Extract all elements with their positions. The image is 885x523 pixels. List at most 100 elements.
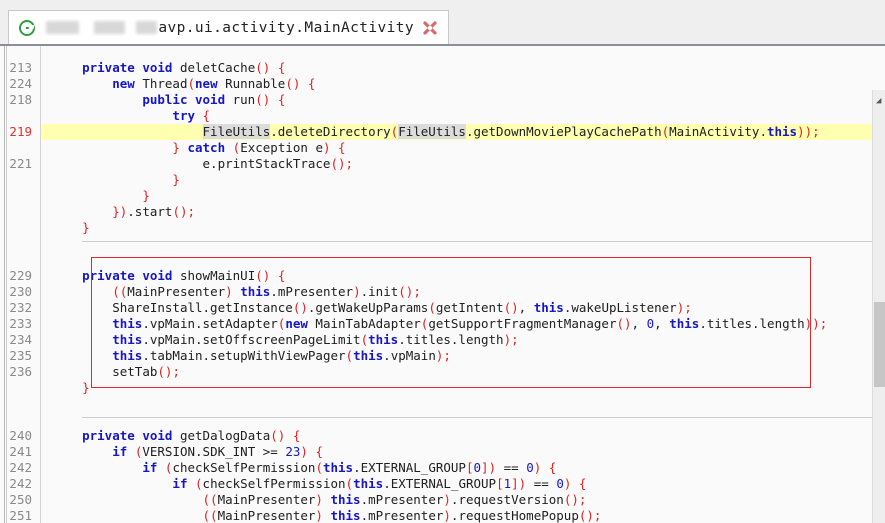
code-token: this [112,316,143,331]
code-token: .mPresenter [360,508,444,523]
code-token: ) [443,492,451,507]
tab-title: avp.ui.activity.MainActivity [42,19,414,36]
code-token: [ [465,460,474,475]
code-token: { [338,140,346,155]
code-token: () [255,268,271,283]
code-token: [ [496,476,504,491]
code-token: ] [481,460,489,475]
code-token: if [172,476,188,491]
code-token: this [669,316,700,331]
code-token: .requestHomePopup [450,508,579,523]
code-token: { [202,108,211,123]
redacted-package-segment [94,21,126,34]
code-token: ; [684,300,692,315]
code-token: ) [322,140,331,155]
code-token: , [518,300,534,315]
code-token: (( [202,492,218,507]
code-token: getDalogData [172,428,271,443]
block-separator-line [82,417,885,418]
code-token: .titles.length [699,316,805,331]
code-token: this [533,300,564,315]
code-token: run [225,92,256,107]
code-token: () [330,156,346,171]
code-token: )) [804,316,820,331]
scrollbar-thumb[interactable] [874,302,885,387]
code-token: .vpMain [383,348,436,363]
code-token: 1 [503,476,512,491]
code-token: new [285,316,308,331]
code-token: getIntent [435,300,504,315]
x-close-icon[interactable] [418,16,442,40]
code-token: } [172,172,180,187]
redacted-package-segment [46,21,80,34]
code-token: this [240,284,271,299]
code-token: this [353,476,384,491]
line-number: 224 [9,76,32,91]
code-token: { [315,444,323,459]
code-token: { [277,268,286,283]
line-number [0,220,36,236]
code-token: ) [353,284,361,299]
code-token: private [82,60,135,75]
code-token: .requestVersion [450,492,564,507]
code-token: { [578,476,587,491]
line-number: 242 [9,476,32,491]
line-number: 236 [9,364,32,379]
code-token: . [759,124,767,139]
code-token: ; [345,156,354,171]
code-token: 23 [285,444,301,459]
line-number: 250 [9,492,32,507]
editor-tab-mainactivity[interactable]: avp.ui.activity.MainActivity [8,10,449,44]
line-number: 213 [9,60,32,75]
code-token: { [277,92,286,107]
code-token: ( [345,348,354,363]
code-token: if [112,444,128,459]
code-token: this [112,348,143,363]
code-token: public [142,92,188,107]
code-content-area[interactable]: private void deletCache() { new Thread(n… [41,46,885,523]
scrollbar-top-marker: ◢ [876,96,882,106]
code-line: this.tabMain.setupWithViewPager(this.vpM… [41,348,872,364]
code-token: .EXTERNAL_GROUP [383,476,497,491]
code-token: } [82,380,90,395]
code-token: { [548,460,557,475]
code-token: ; [511,332,519,347]
code-token: , [654,316,670,331]
app-window: avp.ui.activity.MainActivity 213 224 218 2… [0,0,885,523]
code-token: Thread [134,76,188,91]
code-token: ) [300,444,308,459]
code-token: ; [172,364,180,379]
vertical-scrollbar[interactable]: ◢ [872,90,885,523]
code-editor[interactable]: 213 224 218 219 221 229 230 232 233 234 235 236 … [0,44,885,523]
code-token: void [142,268,173,283]
code-token: FileUtils [202,124,271,139]
code-token: .mPresenter [360,492,444,507]
code-token: Exception e [240,140,323,155]
code-token: ) [503,332,512,347]
code-token: { [292,428,301,443]
code-line: ShareInstall.getInstance().getWakeUpPara… [41,300,872,316]
code-token: ; [812,124,820,139]
line-number [0,236,36,252]
code-token: } [172,140,180,155]
code-token: deletCache [172,60,256,75]
code-line: new Thread(new Runnable() { [41,76,872,92]
code-token: 0 [556,476,564,491]
code-token: ( [661,124,670,139]
